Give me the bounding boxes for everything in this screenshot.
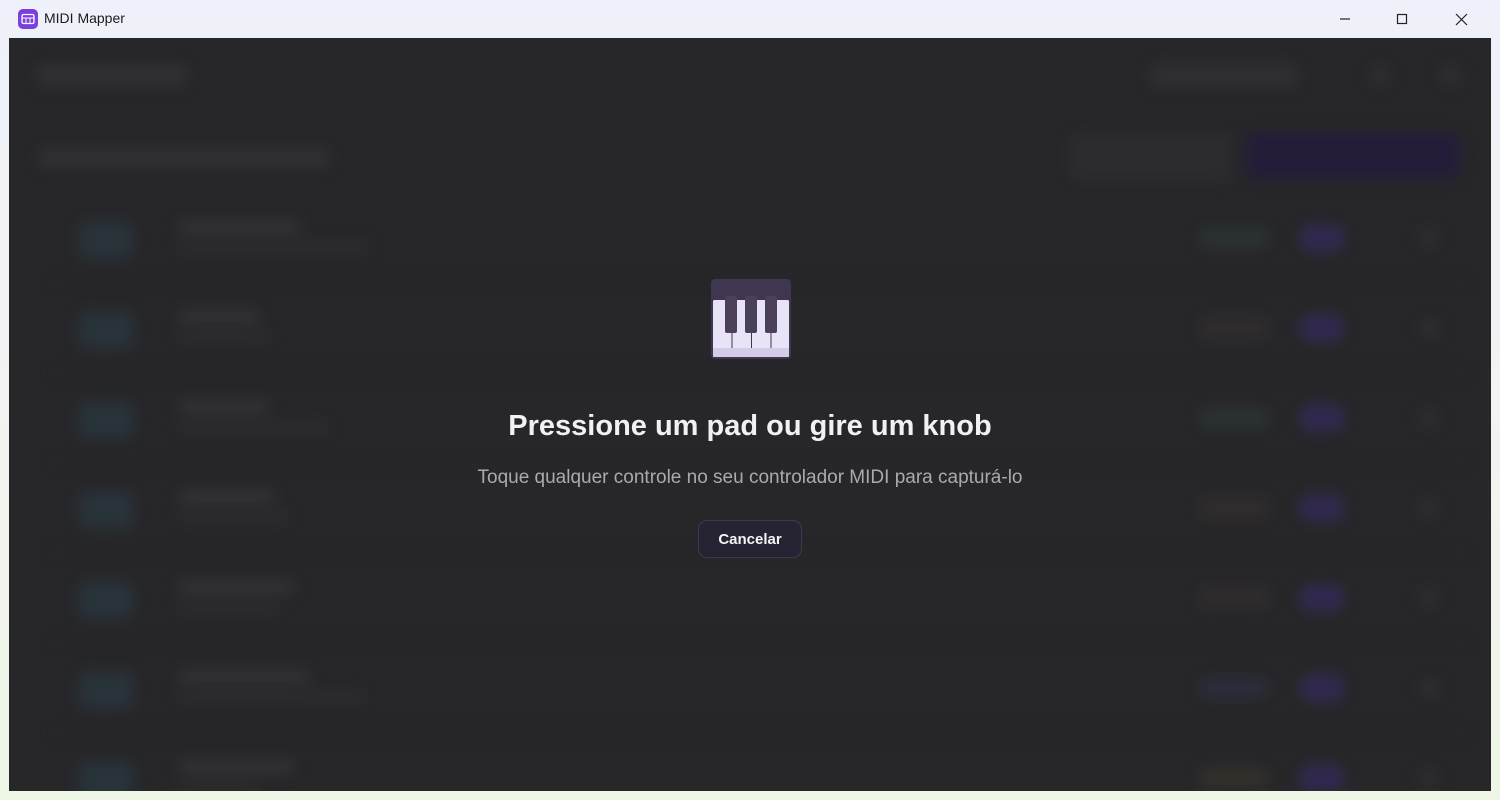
- dialog-subtitle: Toque qualquer controle no seu controlad…: [477, 467, 1023, 488]
- cancel-button[interactable]: Cancelar: [698, 520, 802, 558]
- minimize-button[interactable]: [1316, 0, 1374, 38]
- dialog-title: Pressione um pad ou gire um knob: [508, 410, 992, 442]
- piano-keys-icon: [710, 278, 792, 360]
- minimize-icon: [1340, 18, 1350, 20]
- midi-capture-dialog: Pressione um pad ou gire um knob Toque q…: [9, 38, 1491, 791]
- close-icon: [1455, 13, 1467, 25]
- midi-keyboard-icon: [18, 9, 38, 29]
- maximize-button[interactable]: [1373, 0, 1431, 38]
- close-button[interactable]: [1432, 0, 1490, 38]
- app-content: Pressione um pad ou gire um knob Toque q…: [9, 38, 1491, 791]
- maximize-icon: [1396, 13, 1408, 25]
- window-title: MIDI Mapper: [44, 10, 125, 26]
- title-bar: MIDI Mapper: [0, 0, 1500, 38]
